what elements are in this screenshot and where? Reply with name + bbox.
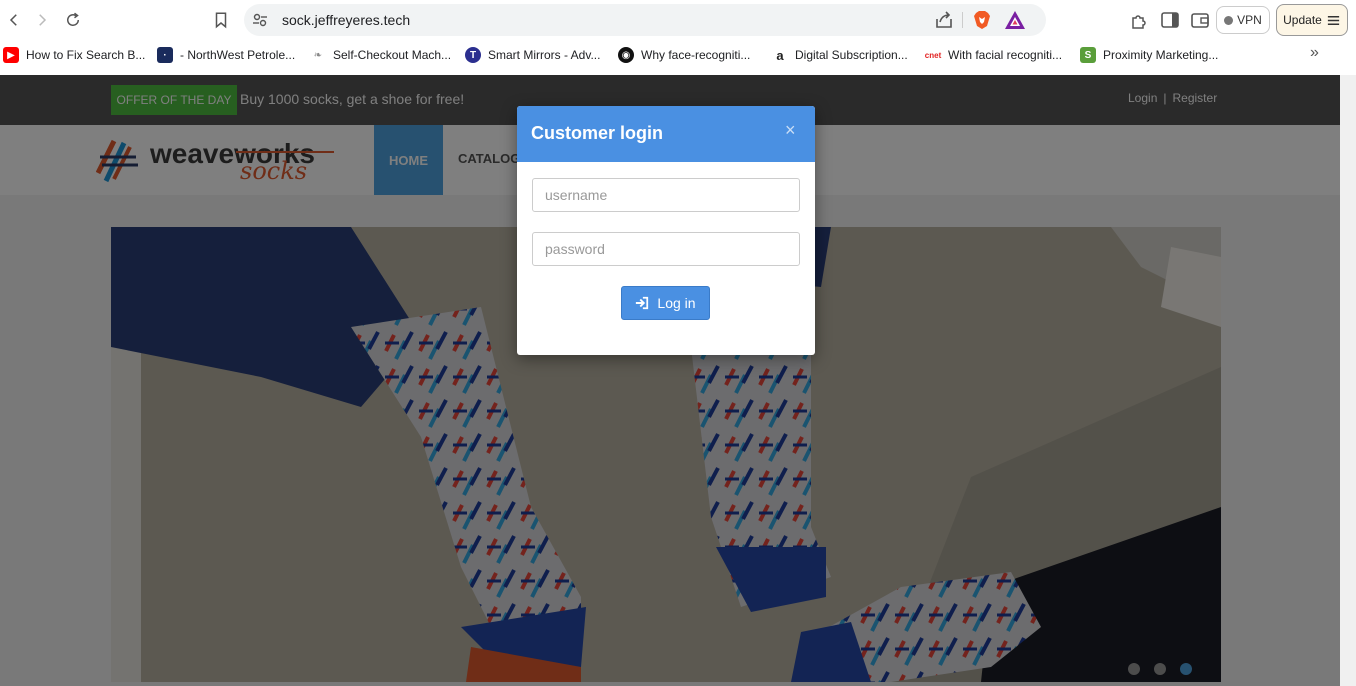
extensions-icon[interactable]: [1130, 10, 1150, 30]
modal-header: Customer login ×: [517, 106, 815, 162]
bookmark-label: Digital Subscription...: [795, 48, 908, 62]
bookmark-label: How to Fix Search B...: [26, 48, 146, 62]
bookmark-label: Why face-recogniti...: [641, 48, 751, 62]
update-label: Update: [1283, 13, 1322, 27]
cnet-icon: cnet: [925, 47, 941, 63]
login-button-label: Log in: [657, 295, 696, 311]
bookmark-item[interactable]: T Smart Mirrors - Adv...: [465, 46, 600, 64]
close-icon[interactable]: ×: [785, 120, 796, 141]
bookmark-item[interactable]: S Proximity Marketing...: [1080, 46, 1218, 64]
update-button[interactable]: Update: [1276, 4, 1348, 36]
bookmark-icon: [215, 12, 227, 29]
bookmark-item[interactable]: ❧ Self-Checkout Mach...: [310, 46, 451, 64]
password-field[interactable]: [532, 232, 800, 266]
forward-button[interactable]: [31, 9, 53, 31]
brave-shields-icon[interactable]: [972, 10, 992, 30]
leaf-icon: ❧: [310, 47, 326, 63]
menu-icon: [1327, 15, 1339, 25]
wallet-icon[interactable]: [1190, 10, 1210, 30]
username-field[interactable]: [532, 178, 800, 212]
reload-icon: [67, 12, 80, 26]
sign-in-icon: [636, 296, 649, 310]
vpn-status-icon: [1224, 15, 1234, 25]
bookmark-label: Self-Checkout Mach...: [333, 48, 452, 62]
bookmark-label: Smart Mirrors - Adv...: [488, 48, 601, 62]
shopify-icon: S: [1080, 47, 1096, 63]
back-button[interactable]: [3, 9, 25, 31]
t-circle-icon: T: [465, 47, 481, 63]
modal-title: Customer login: [531, 123, 664, 143]
page-scrollbar[interactable]: [1340, 75, 1356, 686]
bookmark-item[interactable]: · - NorthWest Petrole...: [157, 46, 295, 64]
more-bookmarks-button[interactable]: »: [1310, 44, 1319, 62]
brave-rewards-icon[interactable]: [1004, 10, 1026, 30]
bookmark-item[interactable]: a Digital Subscription...: [772, 46, 908, 64]
share-icon[interactable]: [934, 11, 954, 29]
bookmark-label: With facial recogniti...: [948, 48, 1063, 62]
login-button[interactable]: Log in: [621, 286, 710, 320]
browser-toolbar: sock.jeffreyeres.tech VPN Update: [0, 0, 1356, 40]
bookmark-item[interactable]: cnet With facial recogniti...: [925, 46, 1062, 64]
starfield-icon: ·: [157, 47, 173, 63]
bookmarks-bar: ▶ How to Fix Search B... · - NorthWest P…: [0, 40, 1356, 70]
site-settings-icon[interactable]: [252, 12, 268, 28]
bookmark-button[interactable]: [210, 9, 232, 31]
bookmark-label: - NorthWest Petrole...: [180, 48, 296, 62]
arrow-right-icon: [39, 14, 47, 26]
arrow-left-icon: [9, 14, 17, 26]
amazon-icon: a: [772, 47, 788, 63]
eye-circle-icon: ◉: [618, 47, 634, 63]
sidebar-icon[interactable]: [1160, 10, 1180, 30]
vpn-label: VPN: [1237, 13, 1262, 27]
bookmark-label: Proximity Marketing...: [1103, 48, 1219, 62]
url-divider: [962, 12, 963, 28]
reload-button[interactable]: [62, 9, 84, 31]
youtube-icon: ▶: [3, 47, 19, 63]
bookmark-item[interactable]: ▶ How to Fix Search B...: [3, 46, 145, 64]
bookmark-item[interactable]: ◉ Why face-recogniti...: [618, 46, 750, 64]
login-modal: Customer login × Log in: [517, 106, 815, 355]
address-bar[interactable]: sock.jeffreyeres.tech: [244, 4, 1046, 36]
vpn-button[interactable]: VPN: [1216, 6, 1270, 34]
url-text[interactable]: sock.jeffreyeres.tech: [282, 12, 410, 28]
